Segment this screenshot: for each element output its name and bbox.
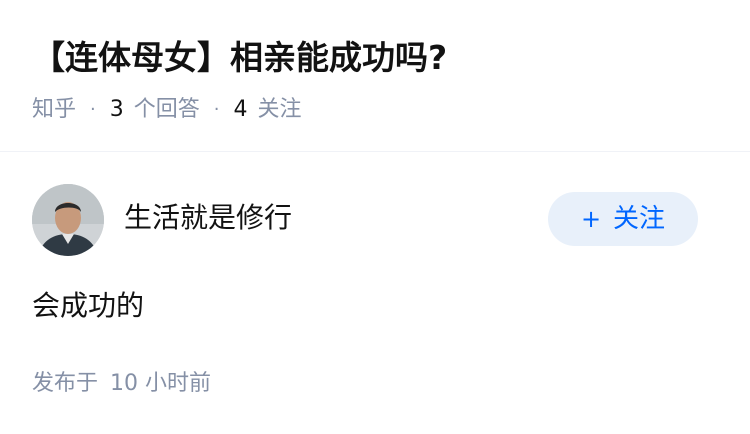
plus-icon: + [580, 205, 602, 233]
published-time: 10 小时前 [110, 371, 212, 396]
source-label[interactable]: 知乎 [32, 94, 76, 126]
answer-count: 3 [109, 97, 124, 122]
answer-count-label: 个回答 [133, 97, 200, 122]
page: 【连体母女】相亲能成功吗? 知乎 · 3 个回答 · 4 关注 生活就是修行 +… [0, 0, 750, 434]
avatar-icon [32, 184, 104, 256]
meta-separator: · [90, 99, 96, 120]
answer-content[interactable]: 会成功的 [32, 288, 144, 324]
follow-count-label: 关注 [257, 97, 302, 122]
question-header: 【连体母女】相亲能成功吗? 知乎 · 3 个回答 · 4 关注 [0, 0, 750, 152]
follow-button-label: 关注 [613, 204, 666, 234]
question-meta: 知乎 · 3 个回答 · 4 关注 [32, 94, 302, 126]
user-avatar[interactable] [32, 184, 104, 256]
answer-timestamp: 发布于 10 小时前 [32, 368, 211, 400]
answer-card: 生活就是修行 + 关注 会成功的 发布于 10 小时前 [0, 152, 750, 434]
follow-count: 4 [233, 97, 248, 122]
follow-button[interactable]: + 关注 [548, 192, 698, 246]
published-label: 发布于 [32, 371, 99, 396]
meta-separator: · [213, 99, 220, 120]
author-name[interactable]: 生活就是修行 [124, 200, 292, 236]
question-title[interactable]: 【连体母女】相亲能成功吗? [32, 34, 447, 82]
